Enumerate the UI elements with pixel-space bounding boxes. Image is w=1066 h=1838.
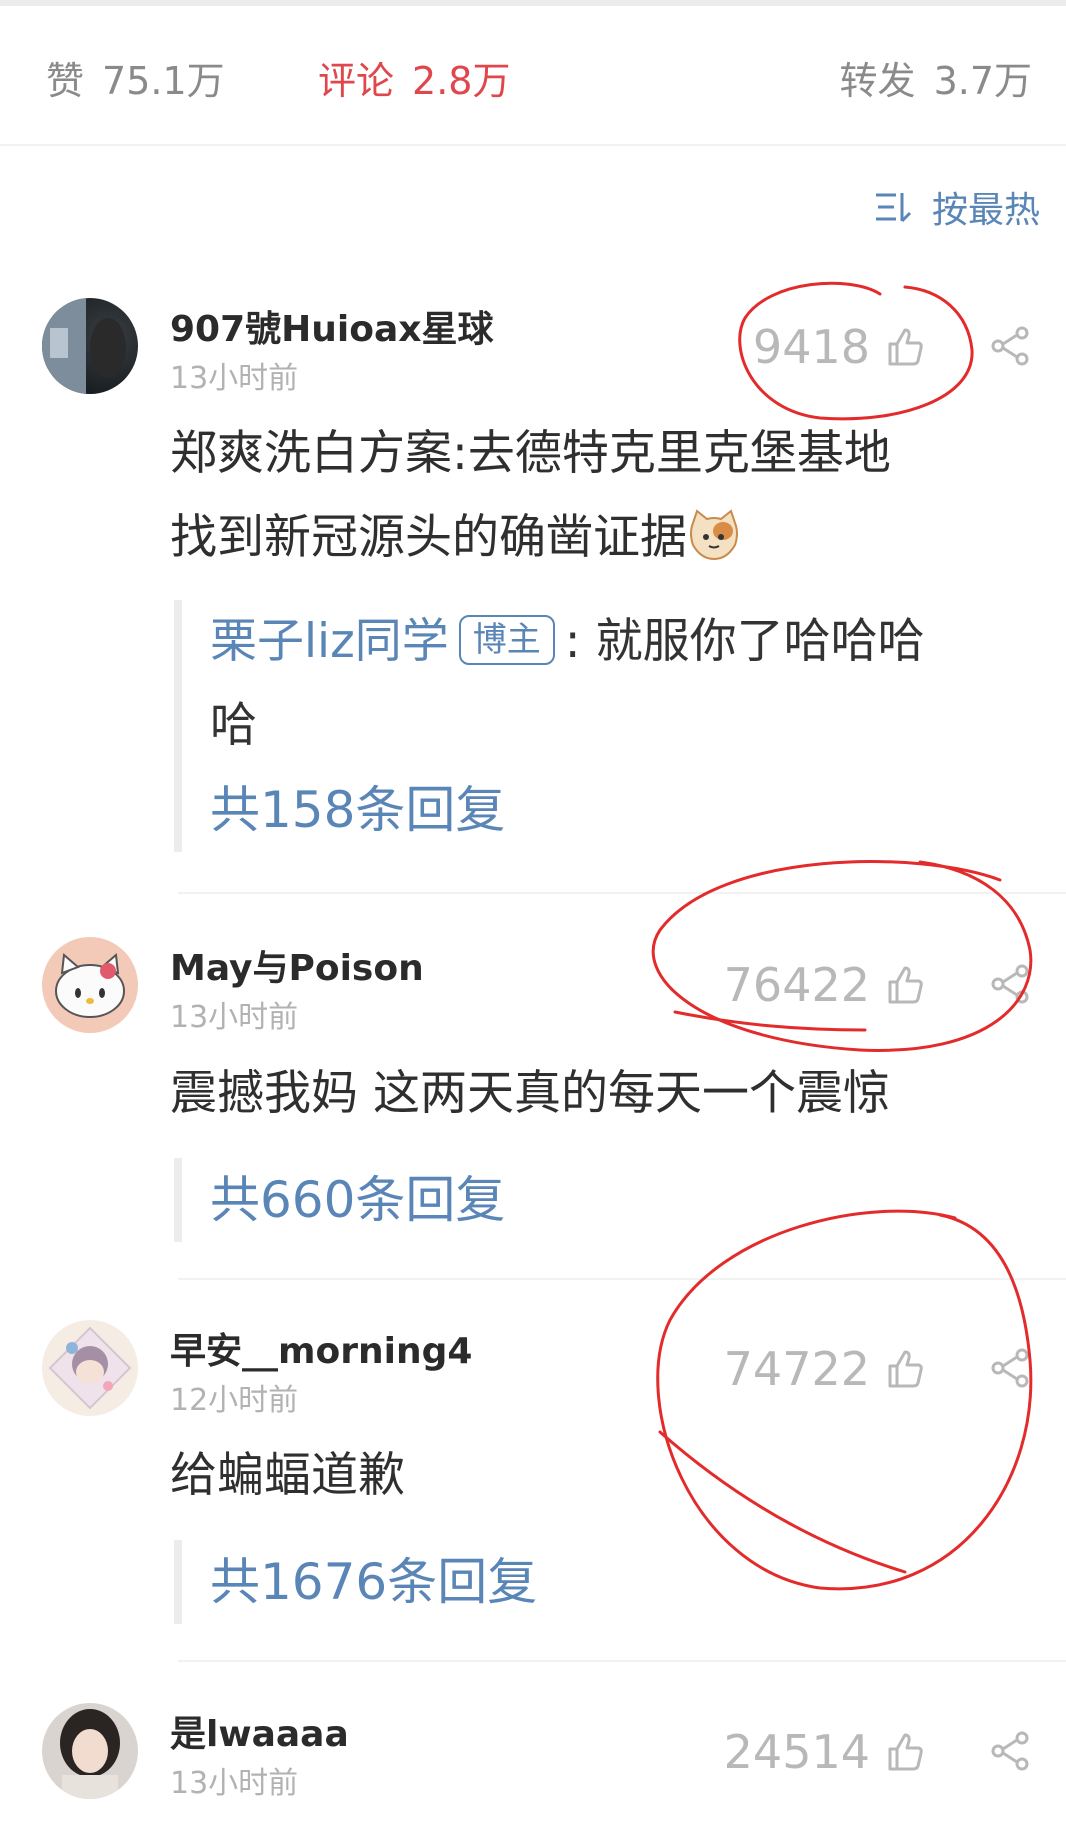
annotation-circle (656, 1209, 1033, 1591)
reply-count-link[interactable]: 共158条回复 (210, 768, 1044, 852)
share-icon[interactable] (988, 324, 1032, 368)
reply-count-link[interactable]: 共1676条回复 (210, 1540, 1044, 1624)
share-icon[interactable] (988, 1729, 1032, 1773)
timestamp: 13小时前 (170, 1766, 299, 1801)
reply-preview[interactable]: 共1676条回复 (174, 1540, 1044, 1624)
like-button[interactable]: 76422 (724, 958, 926, 1012)
sort-label: 按最热 (931, 190, 1040, 231)
like-tab[interactable]: 赞 75.1万 (46, 59, 225, 103)
repost-label: 转发 (839, 59, 916, 103)
like-count: 24514 (723, 1725, 870, 1779)
username[interactable]: 907號Huioax星球 (170, 300, 494, 352)
reply-text: 栗子liz同学 博主: 就服你了哈哈哈 (210, 600, 1044, 684)
username[interactable]: May与Poison (170, 939, 424, 991)
timestamp: 13小时前 (170, 1000, 299, 1035)
cat-face-emoji-icon (690, 509, 738, 561)
share-icon[interactable] (988, 962, 1032, 1006)
like-label: 赞 (46, 59, 85, 103)
avatar[interactable] (42, 1703, 138, 1799)
share-icon[interactable] (988, 1346, 1032, 1390)
like-count: 75.1万 (102, 59, 225, 103)
username[interactable]: 早安__morning4 (170, 1322, 472, 1374)
thumbs-up-icon (888, 966, 923, 1004)
annotation-circle (651, 860, 1033, 1052)
timestamp: 13小时前 (170, 361, 299, 396)
reply-preview[interactable]: 栗子liz同学 博主: 就服你了哈哈哈 哈 共158条回复 (174, 600, 1044, 852)
comment-text: 震撼我妈 这两天真的每天一个震惊 (170, 1066, 890, 1121)
comment-text: 郑爽洗白方案:去德特克里克堡基地 找到新冠源头的确凿证据 (170, 412, 1036, 580)
like-count: 74722 (723, 1342, 870, 1396)
divider (178, 892, 1066, 894)
avatar[interactable] (42, 937, 138, 1033)
divider (178, 1660, 1066, 1662)
like-button[interactable]: 74722 (724, 1342, 926, 1396)
comment-text-line: 找到新冠源头的确凿证据 (170, 496, 1036, 580)
comment-text: 给蝙蝠道歉 (170, 1448, 405, 1503)
like-button[interactable]: 24514 (724, 1725, 926, 1779)
reply-body: 就服你了哈哈哈 (595, 614, 925, 669)
thumbs-up-icon (888, 328, 923, 366)
comment-tab[interactable]: 评论 2.8万 (318, 59, 510, 103)
stats-bar: 赞 75.1万 评论 2.8万 转发 3.7万 (0, 6, 1066, 146)
reply-separator: : (564, 614, 581, 669)
like-count: 9418 (752, 320, 870, 374)
thumbs-up-icon (888, 1733, 923, 1771)
like-count: 76422 (723, 958, 870, 1012)
repost-count: 3.7万 (933, 59, 1032, 103)
comment-count: 2.8万 (412, 59, 511, 103)
reply-text-line: 哈 (210, 698, 257, 753)
comment-text-line: 郑爽洗白方案:去德特克里克堡基地 (170, 426, 891, 481)
sort-icon (875, 193, 912, 223)
avatar[interactable] (42, 298, 138, 394)
username[interactable]: 是lwaaaa (170, 1705, 349, 1757)
comment-label: 评论 (318, 59, 395, 103)
author-badge: 博主 (458, 615, 555, 665)
avatar[interactable] (42, 1320, 138, 1416)
thumbs-up-icon (888, 1350, 923, 1388)
sort-button[interactable]: 按最热 (874, 185, 1040, 231)
like-button[interactable]: 9418 (753, 320, 926, 374)
divider (178, 1278, 1066, 1280)
annotation-underline (673, 1010, 867, 1032)
reply-count-link[interactable]: 共660条回复 (210, 1158, 1044, 1242)
timestamp: 12小时前 (170, 1383, 299, 1418)
repost-tab[interactable]: 转发 3.7万 (840, 59, 1032, 103)
reply-preview[interactable]: 共660条回复 (174, 1158, 1044, 1242)
reply-username[interactable]: 栗子liz同学 (210, 614, 449, 669)
